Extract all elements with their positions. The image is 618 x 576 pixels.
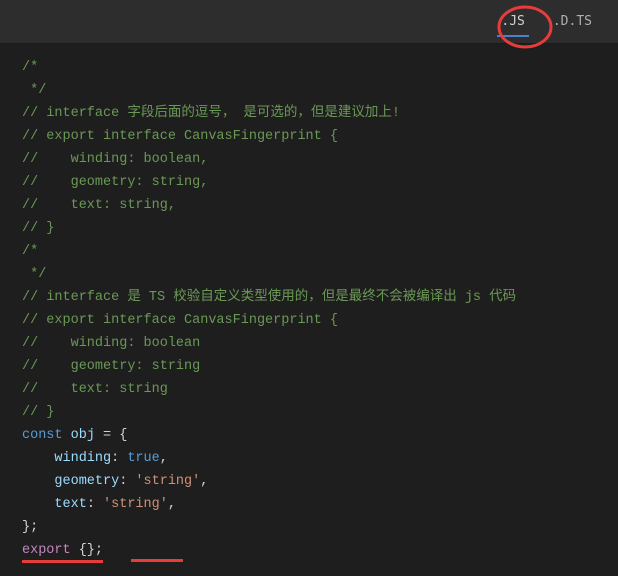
string-literal: 'string' — [103, 497, 168, 512]
code-editor[interactable]: /* */ // interface 字段后面的逗号， 是可选的，但是建议加上!… — [0, 44, 618, 576]
identifier: winding — [22, 451, 111, 466]
punct: , — [160, 451, 168, 466]
tab-js[interactable]: .JS — [487, 8, 538, 35]
identifier: obj — [63, 428, 104, 443]
keyword-export: export — [22, 543, 71, 558]
code-line: // interface 是 TS 校验自定义类型使用的，但是最终不会被编译出 … — [22, 286, 618, 309]
code-line: // winding: boolean, — [22, 148, 618, 171]
code-line: */ — [22, 263, 618, 286]
tabs-container: .JS .D.TS — [487, 8, 606, 35]
code-line: // text: string — [22, 378, 618, 401]
punct: : — [111, 451, 127, 466]
keyword-const: const — [22, 428, 63, 443]
string-literal: 'string' — [135, 474, 200, 489]
punct: , — [200, 474, 208, 489]
code-line: // text: string, — [22, 194, 618, 217]
identifier: geometry — [22, 474, 119, 489]
code-line: // } — [22, 217, 618, 240]
code-line: // interface 字段后面的逗号， 是可选的，但是建议加上! — [22, 102, 618, 125]
code-line: // } — [22, 401, 618, 424]
code-line: const obj = { — [22, 424, 618, 447]
code-line: // geometry: string — [22, 355, 618, 378]
punct: : — [87, 497, 103, 512]
boolean-true: true — [127, 451, 159, 466]
editor-header: .JS .D.TS — [0, 0, 618, 44]
code-line: // geometry: string, — [22, 171, 618, 194]
code-line: winding: true, — [22, 447, 618, 470]
code-line: text: 'string', — [22, 493, 618, 516]
identifier: text — [22, 497, 87, 512]
punct: {}; — [71, 543, 103, 558]
punct: = { — [103, 428, 127, 443]
annotation-underline — [131, 559, 183, 562]
punct: , — [168, 497, 176, 512]
code-line: export {}; — [22, 539, 618, 563]
code-line: */ — [22, 79, 618, 102]
code-line: // export interface CanvasFingerprint { — [22, 309, 618, 332]
punct: : — [119, 474, 135, 489]
tab-dts[interactable]: .D.TS — [539, 8, 606, 35]
code-line: }; — [22, 516, 618, 539]
code-line: /* — [22, 240, 618, 263]
code-line: // winding: boolean — [22, 332, 618, 355]
code-line: /* — [22, 56, 618, 79]
code-line: geometry: 'string', — [22, 470, 618, 493]
code-line: // export interface CanvasFingerprint { — [22, 125, 618, 148]
